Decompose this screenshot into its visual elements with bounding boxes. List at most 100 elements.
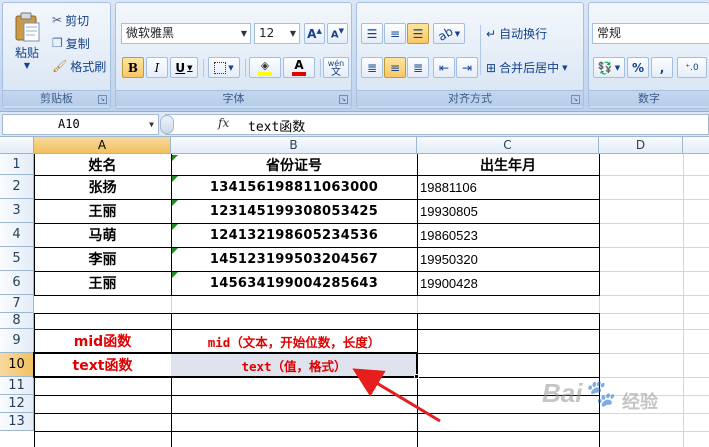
italic-button[interactable]: I [146, 57, 168, 78]
fill-color-button[interactable]: ◈ [249, 57, 281, 78]
align-middle-button[interactable]: ≡ [384, 23, 406, 44]
font-color-button[interactable]: A [283, 57, 315, 78]
font-size-combo[interactable]: 12 ▼ [254, 23, 300, 44]
align-bottom-icon: ☰ [412, 26, 424, 41]
formula-input[interactable]: text函数 [248, 116, 305, 135]
scissors-icon: ✂ [52, 13, 63, 27]
number-format-value: 常规 [597, 26, 622, 40]
paste-icon [15, 12, 40, 42]
cut-label: 剪切 [65, 13, 90, 28]
comma-style-button[interactable]: , [651, 57, 673, 78]
font-color-icon: A [294, 58, 304, 72]
align-top-button[interactable]: ☰ [361, 23, 383, 44]
number-format-combo[interactable]: 常规 [592, 23, 709, 44]
align-top-icon: ☰ [366, 26, 378, 41]
underline-dropdown-icon: ▼ [187, 63, 193, 72]
font-size-dropdown-icon[interactable]: ▼ [290, 24, 296, 43]
alignment-group-label: 对齐方式 [357, 90, 583, 106]
phonetic-button[interactable]: wén 文 [323, 57, 349, 78]
borders-icon [214, 61, 227, 74]
font-name-value: 微软雅黑 [126, 26, 175, 40]
borders-button[interactable]: ▼ [208, 57, 240, 78]
name-box[interactable]: A10 ▼ [2, 114, 159, 135]
baidu-watermark-suffix: 经验 [622, 392, 658, 413]
wrap-text-button[interactable]: ↵ 自动换行 [485, 23, 548, 44]
align-center-icon: ≡ [389, 60, 401, 75]
brush-icon: 🖌 [52, 59, 68, 73]
worksheet: A B C D 1 2 3 4 5 6 7 8 9 10 11 12 13 姓名 省份证号 出生年月 张… [0, 137, 709, 447]
fill-bucket-icon: ◈ [260, 58, 270, 72]
merge-center-button[interactable]: ⊞ 合并后居中 ▼ [485, 57, 568, 78]
merge-center-label: 合并后居中 [499, 61, 560, 75]
font-group-label: 字体 [116, 90, 351, 106]
merge-center-dropdown-icon: ▼ [562, 63, 568, 72]
underline-label: U [175, 60, 186, 75]
number-group-label: 数字 [589, 90, 709, 106]
clipboard-group: 粘贴 ▼ ✂ 剪切 ❐ 复制 🖌 格式刷 剪贴板 ↘ [2, 2, 111, 109]
accounting-format-button[interactable]: 💱 ▼ [593, 57, 625, 78]
increase-decimal-button[interactable]: ⁺.0 [677, 57, 707, 78]
bold-label: B [127, 60, 139, 75]
increase-decimal-icon: ⁺.0 [685, 62, 699, 73]
align-right-icon: ≣ [412, 60, 424, 75]
copy-icon: ❐ [52, 36, 63, 50]
align-left-button[interactable]: ≣ [361, 57, 383, 78]
formula-bar: A10 ▼ fx text函数 [0, 112, 709, 137]
underline-button[interactable]: U ▼ [170, 57, 198, 78]
name-box-dropdown-icon[interactable]: ▼ [149, 115, 154, 134]
percent-label: % [631, 60, 645, 75]
insert-function-icon[interactable]: fx [218, 116, 229, 130]
paste-dropdown-icon: ▼ [23, 61, 31, 70]
format-painter-button[interactable]: 🖌 格式刷 [51, 57, 107, 75]
decrease-indent-icon: ⇤ [438, 60, 450, 75]
align-right-button[interactable]: ≣ [407, 57, 429, 78]
format-painter-label: 格式刷 [70, 59, 107, 74]
paw-icon: 🐾 [582, 378, 615, 408]
shrink-font-icon: A▼ [330, 26, 345, 41]
clipboard-group-label: 剪贴板 [3, 90, 110, 106]
percent-button[interactable]: % [627, 57, 649, 78]
formula-bar-grip-icon [160, 115, 174, 134]
currency-icon: 💱 [597, 60, 613, 75]
wrap-text-icon: ↵ [486, 26, 497, 41]
alignment-group: ☰ ≡ ☰ ab ▼ ↵ 自动换行 ≣ ≡ ≣ ⇤ ⇥ ⊞ 合并后居中 ▼ 对齐… [356, 2, 584, 109]
bold-button[interactable]: B [122, 57, 144, 78]
italic-label: I [154, 60, 160, 75]
increase-indent-button[interactable]: ⇥ [456, 57, 478, 78]
number-group: 常规 💱 ▼ % , ⁺.0 数字 [588, 2, 709, 109]
align-bottom-button[interactable]: ☰ [407, 23, 429, 44]
orientation-button[interactable]: ab ▼ [433, 23, 465, 44]
copy-button[interactable]: ❐ 复制 [51, 34, 91, 52]
paste-button[interactable]: 粘贴 ▼ [9, 9, 45, 73]
align-middle-icon: ≡ [389, 26, 401, 41]
grow-font-button[interactable]: A▲ [304, 23, 325, 44]
shrink-font-button[interactable]: A▼ [327, 23, 348, 44]
align-center-button[interactable]: ≡ [384, 57, 406, 78]
increase-indent-icon: ⇥ [461, 60, 473, 75]
font-name-dropdown-icon[interactable]: ▼ [241, 24, 247, 43]
grow-font-icon: A▲ [307, 26, 322, 41]
orientation-icon: ab [435, 23, 456, 44]
font-color-swatch [292, 72, 306, 76]
cut-button[interactable]: ✂ 剪切 [51, 11, 90, 29]
font-launcher-icon[interactable]: ↘ [339, 95, 348, 104]
clipboard-launcher-icon[interactable]: ↘ [98, 95, 107, 104]
wrap-text-label: 自动换行 [499, 27, 548, 41]
alignment-launcher-icon[interactable]: ↘ [571, 95, 580, 104]
font-name-combo[interactable]: 微软雅黑 ▼ [121, 23, 251, 44]
formula-input-area[interactable]: fx text函数 [160, 114, 709, 135]
fill-color-swatch [258, 71, 272, 76]
baidu-watermark: Bai🐾 [542, 378, 615, 409]
font-size-value: 12 [259, 26, 275, 40]
copy-label: 复制 [65, 36, 90, 51]
merge-center-icon: ⊞ [486, 60, 497, 75]
align-left-icon: ≣ [366, 60, 378, 75]
decrease-indent-button[interactable]: ⇤ [433, 57, 455, 78]
ribbon: 粘贴 ▼ ✂ 剪切 ❐ 复制 🖌 格式刷 剪贴板 ↘ 微软雅黑 ▼ 12 ▼ A… [0, 0, 709, 112]
paste-label: 粘贴 [14, 46, 39, 60]
comma-label: , [659, 60, 665, 75]
font-group: 微软雅黑 ▼ 12 ▼ A▲ A▼ B I U ▼ ▼ ◈ A wén 文 字体… [115, 2, 352, 109]
baidu-watermark-text: Bai [542, 378, 583, 408]
name-box-value: A10 [58, 117, 80, 131]
phonetic-icon: 文 [331, 66, 341, 78]
